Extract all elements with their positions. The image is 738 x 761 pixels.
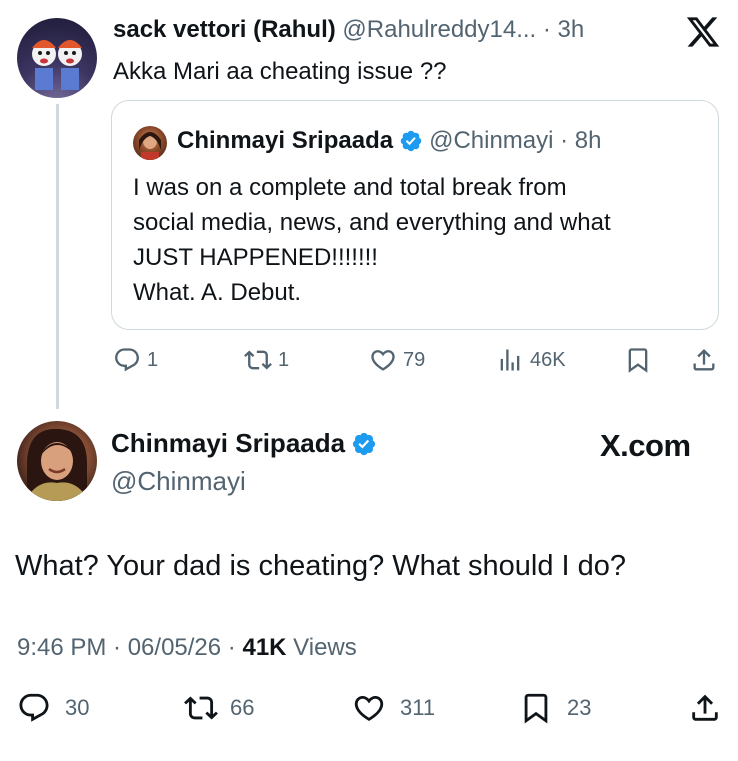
main-author-handle[interactable]: @Chinmayi bbox=[111, 466, 246, 497]
quoted-text-line: What. A. Debut. bbox=[133, 279, 302, 306]
views-count: 46K bbox=[530, 348, 566, 371]
repost-icon bbox=[244, 350, 272, 370]
main-author-name[interactable]: Chinmayi Sripaada bbox=[111, 428, 345, 459]
tweet-timestamp[interactable]: 9:46 PM · 06/05/26 · bbox=[17, 634, 242, 661]
main-tweet-text: What? Your dad is cheating? What should … bbox=[15, 550, 627, 582]
views-action[interactable]: 46K bbox=[496, 345, 566, 375]
main-like-action[interactable]: 311 bbox=[352, 690, 435, 726]
reply-tweet-header: sack vettori (Rahul) @Rahulreddy14... · … bbox=[113, 16, 584, 44]
share-icon bbox=[692, 694, 718, 721]
main-reply-action[interactable]: 30 bbox=[17, 690, 89, 726]
main-bookmark-action[interactable]: 23 bbox=[519, 690, 591, 726]
thread-connector-line bbox=[56, 104, 59, 409]
quoted-text-line: JUST HAPPENED!!!!!!! bbox=[133, 244, 378, 271]
main-repost-count: 66 bbox=[230, 695, 255, 720]
main-reply-count: 30 bbox=[65, 695, 90, 720]
quoted-tweet-text: I was on a complete and total break from… bbox=[133, 170, 703, 310]
bookmark-icon bbox=[628, 348, 648, 373]
main-share-action[interactable] bbox=[688, 690, 722, 726]
main-like-count: 311 bbox=[400, 695, 436, 720]
bookmark-action[interactable] bbox=[624, 345, 652, 375]
xcom-watermark: X.com bbox=[600, 428, 691, 463]
repost-count: 1 bbox=[278, 348, 290, 371]
repost-action[interactable]: 1 bbox=[244, 345, 289, 375]
reply-action[interactable]: 1 bbox=[113, 345, 158, 375]
quoted-author-avatar[interactable] bbox=[133, 126, 167, 160]
quoted-text-line: I was on a complete and total break from bbox=[133, 174, 567, 201]
quoted-text-line: social media, news, and everything and w… bbox=[133, 209, 611, 236]
reply-count: 1 bbox=[147, 348, 159, 371]
reply-author-avatar[interactable] bbox=[17, 18, 97, 98]
main-author-avatar[interactable] bbox=[17, 421, 97, 501]
verified-badge-icon bbox=[352, 432, 376, 455]
verified-badge-icon bbox=[400, 130, 422, 152]
main-author-name-row: Chinmayi Sripaada bbox=[111, 428, 377, 459]
x-logo-icon[interactable] bbox=[684, 14, 722, 50]
reply-author-name[interactable]: sack vettori (Rahul) bbox=[113, 16, 336, 43]
tweet-metadata: 9:46 PM · 06/05/26 · 41K Views bbox=[17, 634, 357, 662]
main-repost-action[interactable]: 66 bbox=[184, 690, 254, 726]
heart-icon bbox=[371, 350, 395, 371]
repost-icon bbox=[184, 696, 218, 720]
like-action[interactable]: 79 bbox=[369, 345, 425, 375]
main-bookmark-count: 23 bbox=[567, 695, 592, 720]
reply-icon bbox=[115, 348, 139, 372]
share-action[interactable] bbox=[690, 345, 718, 375]
like-count: 79 bbox=[403, 348, 426, 371]
heart-icon bbox=[354, 695, 384, 721]
views-chart-icon bbox=[500, 349, 520, 371]
quoted-tweet-header: Chinmayi Sripaada @Chinmayi · 8h bbox=[177, 127, 602, 155]
quoted-author-handle-time[interactable]: @Chinmayi · 8h bbox=[429, 127, 601, 155]
share-icon bbox=[693, 349, 715, 371]
bookmark-icon bbox=[524, 693, 548, 724]
reply-tweet-text: Akka Mari aa cheating issue ?? bbox=[113, 58, 447, 85]
tweet-views-count: 41K bbox=[242, 634, 287, 661]
reply-author-handle-time[interactable]: @Rahulreddy14... · 3h bbox=[342, 16, 584, 43]
tweet-views-label: Views bbox=[286, 634, 357, 661]
reply-icon bbox=[19, 693, 49, 722]
quoted-author-name[interactable]: Chinmayi Sripaada bbox=[177, 127, 393, 155]
